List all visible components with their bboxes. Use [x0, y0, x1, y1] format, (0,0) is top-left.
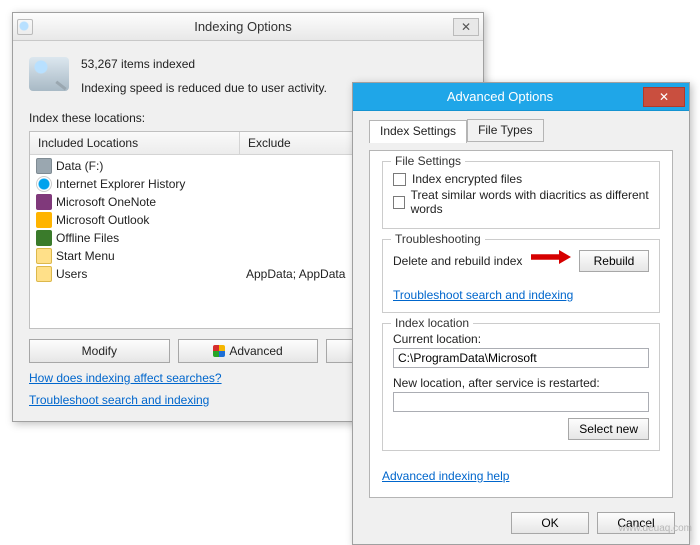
- tab-file-types[interactable]: File Types: [467, 119, 543, 142]
- titlebar[interactable]: Advanced Options ✕: [353, 83, 689, 111]
- item-icon: [36, 230, 52, 246]
- new-location-field[interactable]: [393, 392, 649, 412]
- rebuild-button[interactable]: Rebuild: [579, 250, 649, 272]
- troubleshoot-search-link[interactable]: Troubleshoot search and indexing: [393, 288, 573, 302]
- watermark: www.deuaq.com: [619, 523, 692, 534]
- group-legend: Index location: [391, 316, 473, 330]
- group-legend: Troubleshooting: [391, 232, 485, 246]
- item-label: Internet Explorer History: [56, 177, 185, 191]
- item-label: Microsoft Outlook: [56, 213, 149, 227]
- col-included[interactable]: Included Locations: [30, 132, 240, 154]
- tabset: Index Settings File Types: [369, 119, 673, 142]
- item-icon: [36, 266, 52, 282]
- index-encrypted-checkbox[interactable]: Index encrypted files: [393, 172, 649, 186]
- advanced-button[interactable]: Advanced: [178, 339, 319, 363]
- advanced-indexing-help-link[interactable]: Advanced indexing help: [382, 469, 509, 483]
- group-legend: File Settings: [391, 154, 465, 168]
- current-location-label: Current location:: [393, 332, 649, 346]
- checkbox-icon: [393, 173, 406, 186]
- diacritics-checkbox[interactable]: Treat similar words with diacritics as d…: [393, 188, 649, 216]
- item-label: Offline Files: [56, 231, 119, 245]
- troubleshoot-link[interactable]: Troubleshoot search and indexing: [29, 393, 209, 407]
- current-location-field[interactable]: [393, 348, 649, 368]
- titlebar[interactable]: Indexing Options ✕: [13, 13, 483, 41]
- item-icon: [36, 176, 52, 192]
- window-title: Indexing Options: [33, 19, 453, 34]
- close-button[interactable]: ✕: [453, 18, 479, 36]
- item-label: Microsoft OneNote: [56, 195, 156, 209]
- file-settings-group: File Settings Index encrypted files Trea…: [382, 161, 660, 229]
- item-label: Data (F:): [56, 159, 103, 173]
- advanced-options-window: Advanced Options ✕ Index Settings File T…: [352, 82, 690, 545]
- window-title: Advanced Options: [357, 89, 643, 104]
- tab-panel: File Settings Index encrypted files Trea…: [369, 150, 673, 498]
- item-icon: [36, 212, 52, 228]
- tab-index-settings[interactable]: Index Settings: [369, 120, 467, 143]
- how-indexing-link[interactable]: How does indexing affect searches?: [29, 371, 222, 385]
- item-icon: [36, 158, 52, 174]
- magnifier-icon: [29, 57, 69, 91]
- indexing-speed-status: Indexing speed is reduced due to user ac…: [81, 81, 327, 95]
- index-location-group: Index location Current location: New loc…: [382, 323, 660, 451]
- close-button[interactable]: ✕: [643, 87, 685, 107]
- item-icon: [36, 248, 52, 264]
- item-label: Users: [56, 267, 87, 281]
- item-icon: [36, 194, 52, 210]
- ok-button[interactable]: OK: [511, 512, 589, 534]
- troubleshooting-group: Troubleshooting Delete and rebuild index…: [382, 239, 660, 313]
- items-indexed-count: 53,267 items indexed: [81, 57, 327, 71]
- select-new-button[interactable]: Select new: [568, 418, 649, 440]
- shield-icon: [213, 345, 225, 357]
- checkbox-icon: [393, 196, 405, 209]
- magnifier-icon: [17, 19, 33, 35]
- delete-rebuild-label: Delete and rebuild index: [393, 254, 522, 268]
- modify-button[interactable]: Modify: [29, 339, 170, 363]
- item-label: Start Menu: [56, 249, 115, 263]
- new-location-label: New location, after service is restarted…: [393, 376, 649, 390]
